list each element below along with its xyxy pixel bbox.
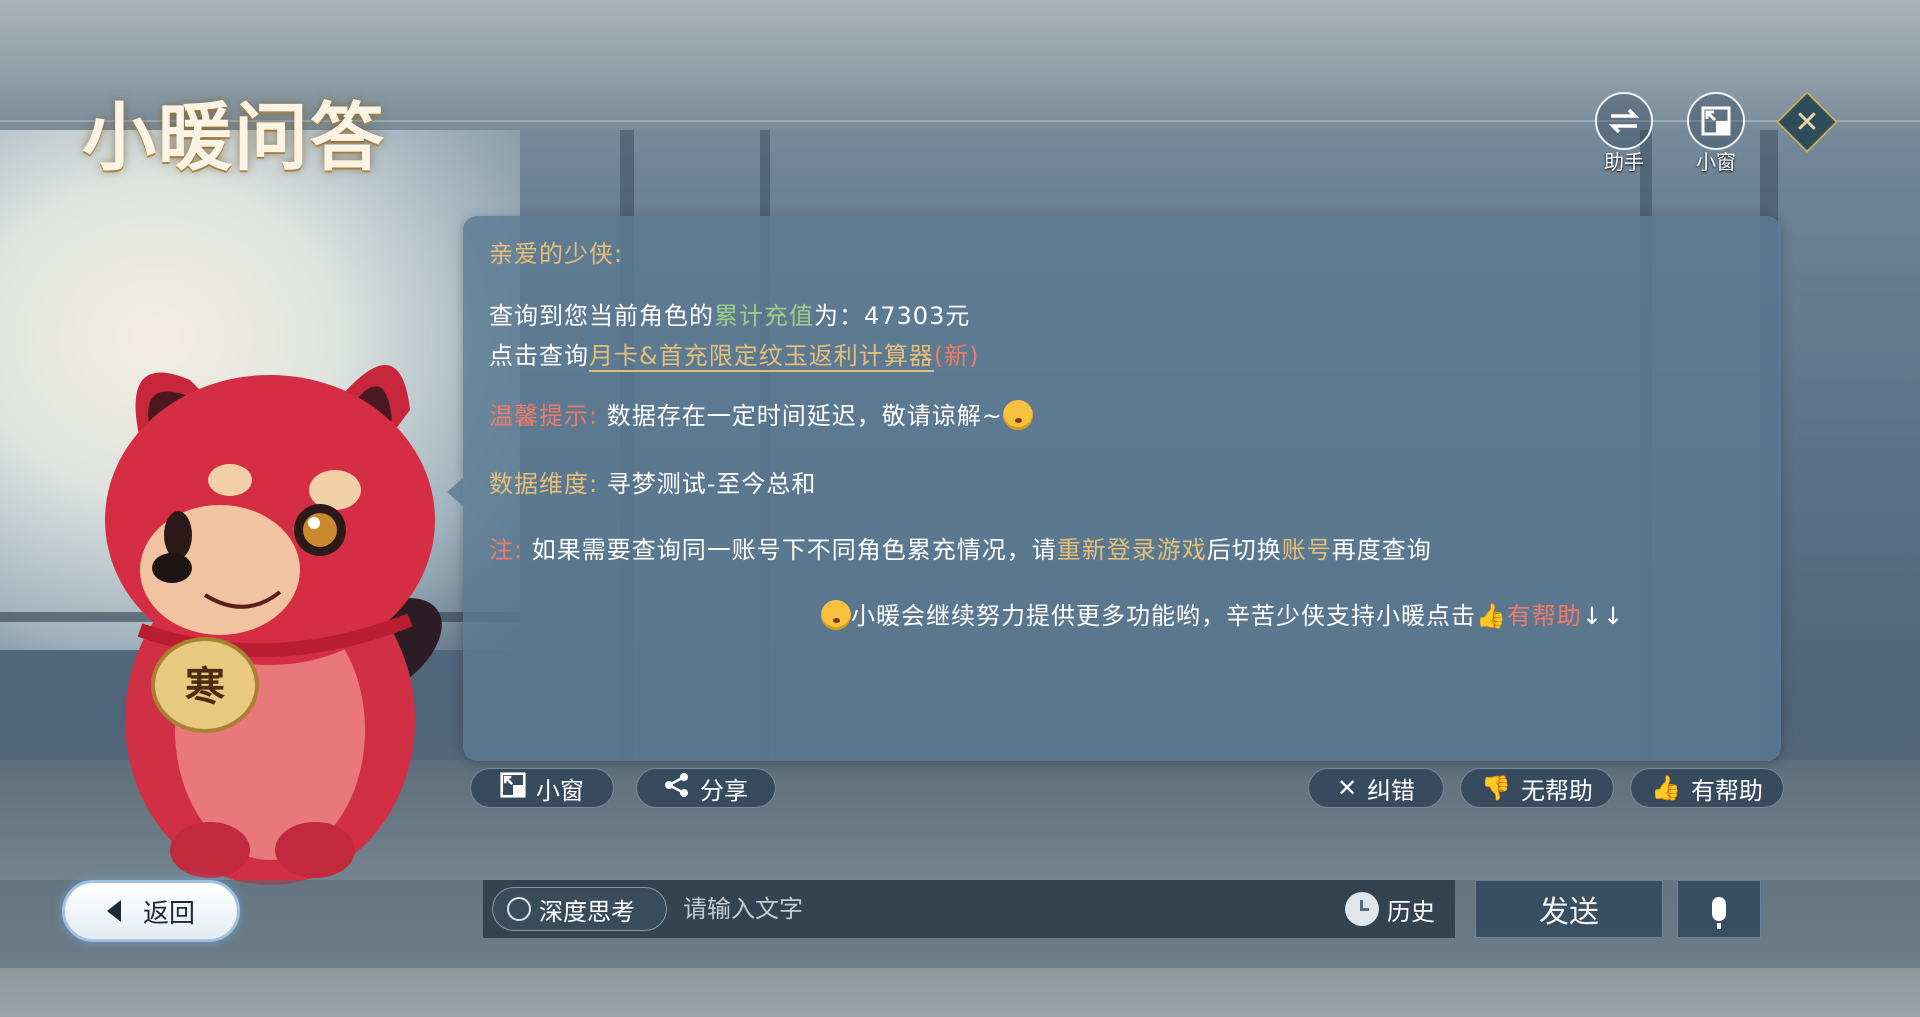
back-label: 返回 (142, 898, 195, 929)
dimension-label: 数据维度: (489, 470, 599, 498)
assistant-label: 助手 (1604, 150, 1644, 174)
deep-think-label: 深度思考 (539, 897, 635, 926)
recharge-prefix: 查询到您当前角色的 (489, 302, 714, 330)
note-part2: 后切换 (1206, 536, 1282, 564)
note-part3: 再度查询 (1331, 536, 1432, 564)
clock-icon (1345, 892, 1379, 926)
thumbs-down-icon: 👎 (1481, 774, 1511, 802)
input-bar: 深度思考 历史 (483, 880, 1455, 938)
tip-label: 温馨提示: (489, 402, 599, 430)
back-button[interactable]: 返回 (62, 880, 240, 942)
cross-icon: ✕ (1336, 774, 1358, 802)
mini-window-icon (500, 772, 526, 804)
mini-window-label: 小窗 (536, 776, 584, 805)
collar-tag-text: 寒 (185, 663, 225, 710)
thumbs-up-icon: 👍 (1651, 774, 1681, 802)
mini-window-top-label: 小窗 (1696, 150, 1736, 174)
share-label: 分享 (700, 776, 748, 805)
calculator-line: 点击查询月卡&首充限定纹玉返利计算器(新) (489, 336, 980, 372)
mascot-dog-image: 寒 (105, 365, 442, 885)
mini-window-icon (1687, 92, 1745, 150)
thumbs-up-emoji-icon: 👍 (1476, 602, 1507, 630)
close-icon: ✕ (1794, 104, 1820, 140)
note-highlight-account: 账号 (1281, 536, 1332, 564)
close-button[interactable]: ✕ (1775, 90, 1839, 154)
footer-text: 小暖会继续努力提供更多功能哟，辛苦少侠支持小暖点击 (851, 602, 1476, 630)
footer-arrows: ↓↓ (1581, 602, 1625, 630)
swap-arrows-icon (1595, 92, 1653, 150)
recharge-highlight: 累计充值 (714, 302, 814, 330)
helpful-label: 有帮助 (1690, 776, 1763, 805)
greeting-text: 亲爱的少侠: (489, 240, 624, 268)
calculator-link[interactable]: 月卡&首充限定纹玉返利计算器 (589, 342, 934, 372)
assistant-button[interactable]: 助手 (1593, 92, 1655, 175)
deep-think-toggle[interactable]: 深度思考 (492, 887, 667, 931)
not-helpful-button[interactable]: 👎 无帮助 (1460, 768, 1614, 808)
correct-button[interactable]: ✕ 纠错 (1308, 768, 1444, 808)
new-badge: (新) (933, 342, 980, 370)
dimension-line: 数据维度: 寻梦测试-至今总和 (489, 464, 816, 499)
page-title: 小暖问答 (82, 95, 386, 181)
message-input[interactable] (683, 888, 1303, 930)
kiss-face-emoji-icon (821, 600, 851, 630)
dimension-text: 寻梦测试-至今总和 (606, 470, 817, 498)
share-icon (664, 772, 690, 804)
mini-window-top-button[interactable]: 小窗 (1685, 92, 1747, 175)
tip-line: 温馨提示: 数据存在一定时间延迟，敬请谅解~ (489, 396, 1033, 431)
not-helpful-label: 无帮助 (1520, 776, 1593, 805)
tip-text: 数据存在一定时间延迟，敬请谅解~ (606, 402, 1003, 430)
answer-dialog: 亲爱的少侠: 查询到您当前角色的累计充值为：47303元 点击查询月卡&首充限定… (447, 216, 1781, 761)
helpful-button[interactable]: 👍 有帮助 (1630, 768, 1784, 808)
mini-window-button[interactable]: 小窗 (470, 768, 614, 808)
note-part1: 如果需要查询同一账号下不同角色累充情况，请 (531, 536, 1057, 564)
voice-button[interactable] (1677, 880, 1761, 938)
recharge-line: 查询到您当前角色的累计充值为：47303元 (489, 296, 970, 331)
note-highlight-relogin: 重新登录游戏 (1056, 536, 1207, 564)
recharge-suffix: 为：47303元 (814, 302, 971, 330)
microphone-icon (1712, 897, 1726, 929)
history-button[interactable]: 历史 (1345, 887, 1435, 931)
back-arrow-icon (106, 900, 121, 922)
share-button[interactable]: 分享 (636, 768, 776, 808)
note-label: 注: (489, 536, 524, 564)
note-line: 注: 如果需要查询同一账号下不同角色累充情况，请重新登录游戏后切换账号再度查询 (489, 530, 1432, 565)
correct-label: 纠错 (1367, 776, 1416, 805)
calculator-prefix: 点击查询 (489, 342, 589, 370)
radio-circle-icon (507, 897, 531, 921)
footer-line: 小暖会继续努力提供更多功能哟，辛苦少侠支持小暖点击👍有帮助↓↓ (821, 596, 1624, 631)
send-button[interactable]: 发送 (1475, 880, 1663, 938)
history-label: 历史 (1387, 897, 1435, 926)
footer-helpful-highlight: 有帮助 (1506, 602, 1582, 630)
kiss-face-emoji-icon (1002, 400, 1033, 430)
